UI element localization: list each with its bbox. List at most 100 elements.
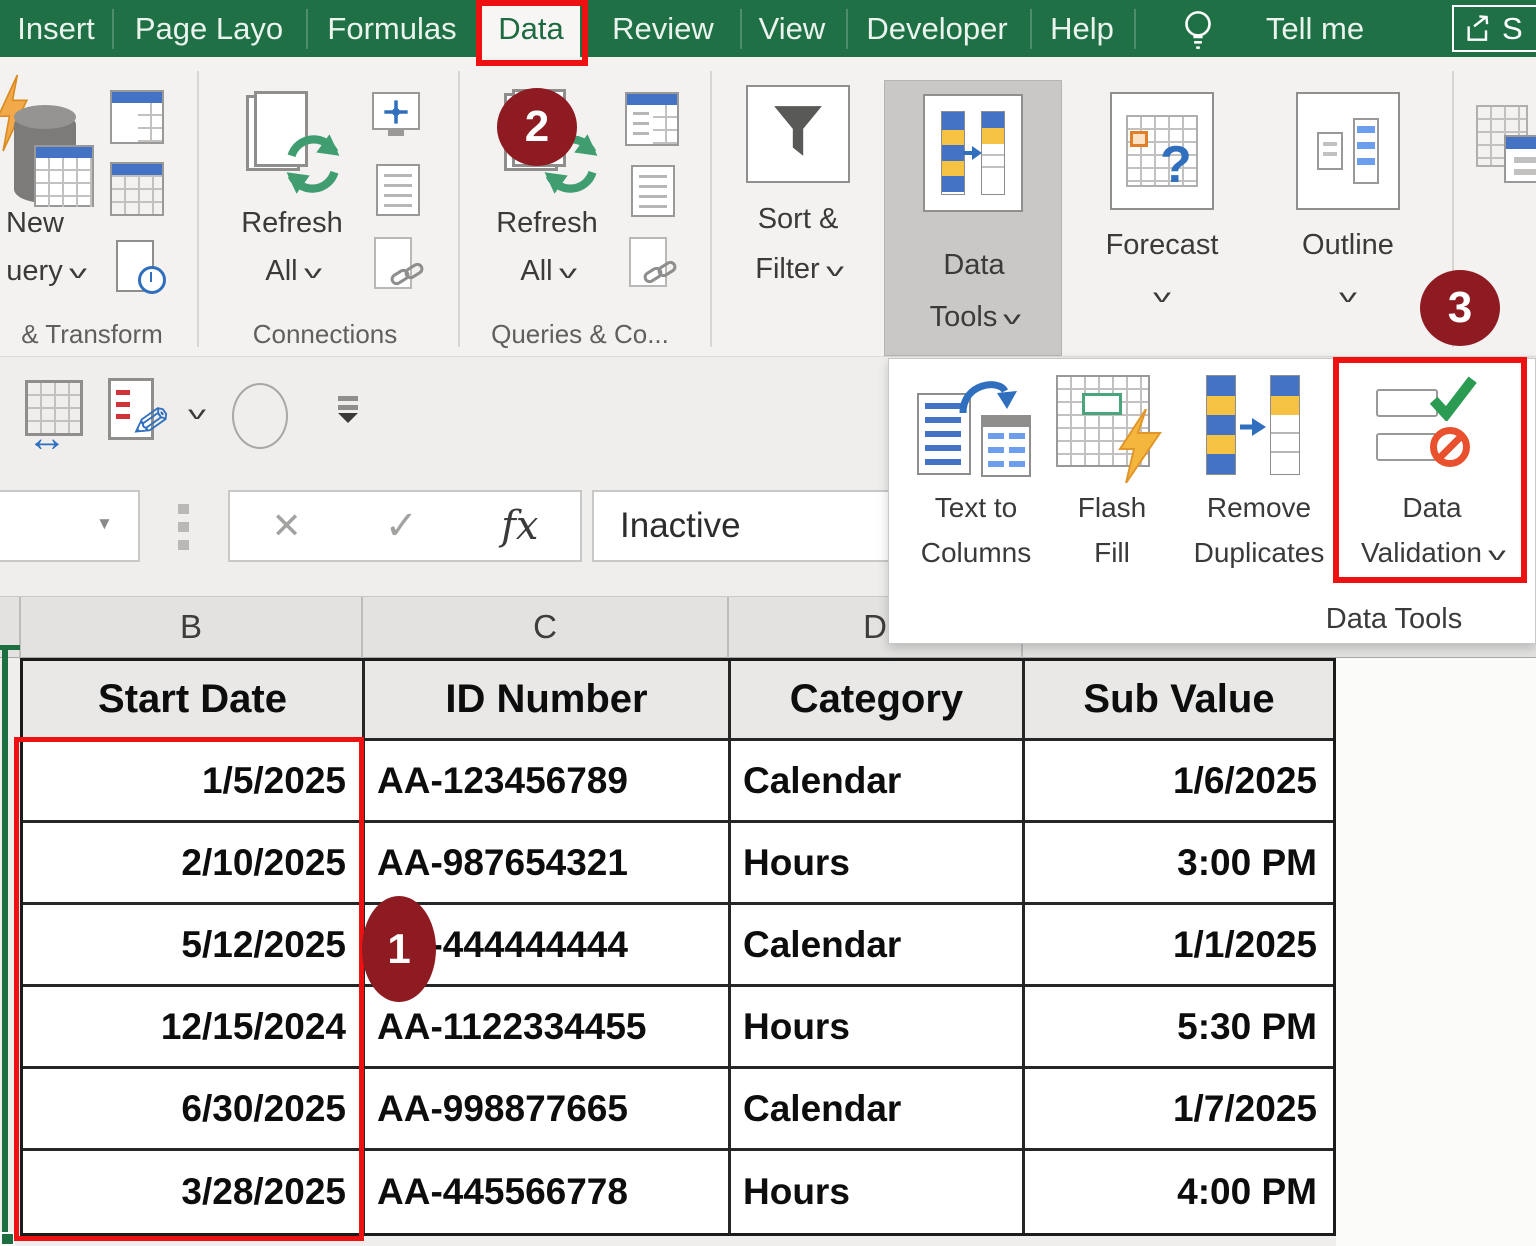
- refresh-all-connections-icon[interactable]: [246, 91, 348, 199]
- cell-category[interactable]: Calendar: [731, 741, 1025, 823]
- remove-duplicates-button[interactable]: Remove Duplicates: [1171, 359, 1347, 643]
- refresh-all-text: All: [265, 255, 297, 287]
- cancel-icon[interactable]: ✕: [271, 505, 301, 547]
- flash-fill-button[interactable]: Flash Fill: [1047, 359, 1177, 643]
- edit-links-queries-icon[interactable]: [627, 237, 681, 291]
- sort-filter-button[interactable]: [746, 85, 850, 183]
- forecast-icon: ?: [1126, 115, 1198, 187]
- from-table-icon[interactable]: [110, 162, 164, 216]
- name-box-dropdown-icon[interactable]: ▼: [96, 514, 113, 534]
- tab-help[interactable]: Help: [1036, 0, 1128, 57]
- outline-chevron[interactable]: v: [1268, 279, 1428, 312]
- shape-oval-icon[interactable]: [232, 383, 288, 449]
- sort-filter-label-line2[interactable]: Filterv: [724, 253, 872, 286]
- tab-divider: [846, 9, 848, 49]
- forecast-label[interactable]: Forecast: [1078, 229, 1246, 262]
- new-query-icon[interactable]: [8, 105, 80, 209]
- selection-border: [2, 645, 8, 1241]
- refresh-all-label-line1[interactable]: Refresh: [222, 207, 362, 240]
- table-header-cell[interactable]: ID Number: [365, 661, 731, 741]
- cell-sub-value[interactable]: 1/1/2025: [1025, 905, 1333, 987]
- form-edit-icon[interactable]: ✎: [108, 376, 178, 454]
- cell-id-number[interactable]: AA-1122334455: [365, 987, 731, 1069]
- chevron-down-icon: v: [826, 261, 844, 281]
- properties-icon[interactable]: [370, 90, 424, 144]
- existing-connections-icon[interactable]: [114, 240, 168, 294]
- text-to-columns-button[interactable]: Text to Columns: [901, 359, 1051, 643]
- tab-insert[interactable]: Insert: [8, 0, 104, 57]
- cell-category[interactable]: Hours: [731, 823, 1025, 905]
- query-properties-icon[interactable]: [627, 165, 681, 219]
- chevron-down-icon[interactable]: v: [188, 404, 206, 424]
- remove-duplicates-icon: [1200, 375, 1318, 479]
- cell-sub-value[interactable]: 1/6/2025: [1025, 741, 1333, 823]
- table-header-cell[interactable]: Start Date: [23, 661, 365, 741]
- cell-id-number[interactable]: AA-445566778: [365, 1151, 731, 1233]
- selection-fill-handle[interactable]: [0, 1232, 15, 1246]
- cell-category[interactable]: Calendar: [731, 1069, 1025, 1151]
- refresh-all-queries-label-line1[interactable]: Refresh: [482, 207, 612, 240]
- edit-links-icon[interactable]: [372, 237, 426, 291]
- tab-developer[interactable]: Developer: [852, 0, 1022, 57]
- tab-view[interactable]: View: [746, 0, 838, 57]
- sort-filter-text: Filter: [755, 253, 819, 285]
- group-divider: [710, 71, 712, 347]
- cell-sub-value[interactable]: 3:00 PM: [1025, 823, 1333, 905]
- table-header-cell[interactable]: Category: [731, 661, 1025, 741]
- forecast-chevron[interactable]: v: [1078, 279, 1246, 312]
- workbook-connections-icon[interactable]: [372, 164, 426, 218]
- refresh-all-label-line2[interactable]: Allv: [222, 255, 362, 288]
- group-label-connections: Connections: [230, 319, 420, 350]
- highlight-box-data-tab: [476, 0, 588, 66]
- column-header-c[interactable]: C: [362, 597, 728, 659]
- cell-id-number[interactable]: AA-123456789: [365, 741, 731, 823]
- share-label: S: [1502, 11, 1523, 47]
- share-button[interactable]: S: [1452, 5, 1536, 52]
- flash-fill-icon: [1056, 375, 1168, 479]
- insert-function-icon[interactable]: fx: [501, 503, 538, 549]
- group-label-get-transform: & Transform: [0, 319, 190, 350]
- step-badge-1: 1: [362, 896, 436, 1002]
- funnel-icon: [770, 101, 826, 168]
- outline-label[interactable]: Outline: [1268, 229, 1428, 262]
- outline-button[interactable]: [1296, 92, 1400, 210]
- sort-filter-label-line1[interactable]: Sort &: [724, 203, 872, 236]
- data-tools-text: Tools: [930, 301, 998, 333]
- sheet-empty-area: [1336, 658, 1536, 1246]
- text-to-columns-icon: [917, 375, 1035, 479]
- cell-category[interactable]: Hours: [731, 987, 1025, 1069]
- tab-page-layout[interactable]: Page Layo: [120, 0, 298, 57]
- column-header-b[interactable]: B: [20, 597, 362, 659]
- tab-divider: [306, 9, 308, 49]
- flash-fill-label-line2: Fill: [1047, 530, 1177, 575]
- tab-formulas[interactable]: Formulas: [314, 0, 470, 57]
- formula-bar-buttons: ✕ ✓ fx: [228, 490, 582, 562]
- cell-sub-value[interactable]: 1/7/2025: [1025, 1069, 1333, 1151]
- qat-more-controls[interactable]: [338, 396, 358, 423]
- share-icon: [1462, 13, 1494, 45]
- name-box[interactable]: ▼: [0, 490, 140, 562]
- data-tools-ribbon-button[interactable]: Data Toolsv: [884, 80, 1062, 356]
- table-header-cell[interactable]: Sub Value: [1025, 661, 1333, 741]
- cell-category[interactable]: Hours: [731, 1151, 1025, 1233]
- cell-category[interactable]: Calendar: [731, 905, 1025, 987]
- flash-fill-label-line1: Flash: [1047, 485, 1177, 530]
- new-query-label-line2[interactable]: ueryv: [0, 255, 100, 288]
- enter-icon[interactable]: ✓: [385, 503, 419, 549]
- flyout-group-label: Data Tools: [1259, 603, 1529, 636]
- cell-id-number[interactable]: AA-998877665: [365, 1069, 731, 1151]
- forecast-button[interactable]: ?: [1110, 92, 1214, 210]
- cell-sub-value[interactable]: 5:30 PM: [1025, 987, 1333, 1069]
- tell-me-button[interactable]: Tell me: [1240, 0, 1390, 57]
- text-to-columns-label-line1: Text to: [901, 485, 1051, 530]
- group-divider: [197, 71, 199, 347]
- new-query-label-line1[interactable]: New: [0, 207, 78, 240]
- recent-sources-icon[interactable]: [110, 90, 164, 144]
- refresh-all-queries-label-line2[interactable]: Allv: [482, 255, 612, 288]
- chevron-down-icon: v: [1153, 287, 1171, 307]
- tab-review[interactable]: Review: [598, 0, 728, 57]
- cell-sub-value[interactable]: 4:00 PM: [1025, 1151, 1333, 1233]
- autofit-column-icon[interactable]: ↔: [25, 380, 91, 456]
- queries-connections-pane-icon[interactable]: [625, 92, 679, 146]
- cell-id-number[interactable]: AA-987654321: [365, 823, 731, 905]
